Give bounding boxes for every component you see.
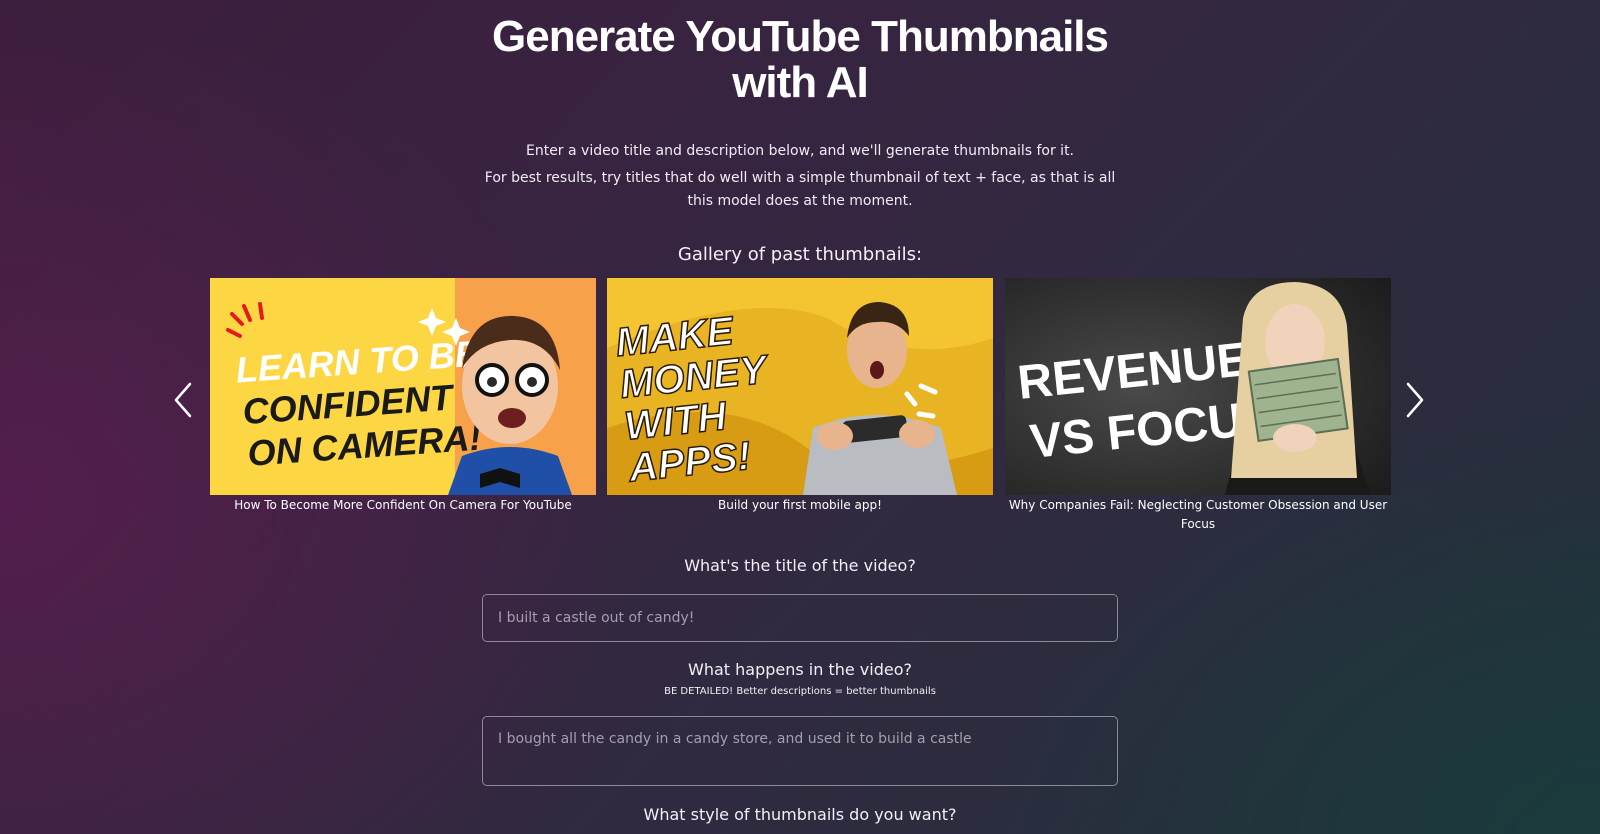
thumbnail-image: REVENUE VS FOCUS bbox=[1005, 278, 1391, 495]
intro-line-1: Enter a video title and description belo… bbox=[525, 143, 1075, 159]
thumbnail-caption: Build your first mobile app! bbox=[718, 498, 882, 512]
carousel-next-button[interactable] bbox=[1398, 380, 1430, 420]
thumbnail-image: MAKE MONEY WITH APPS! bbox=[607, 278, 993, 495]
gallery-item[interactable]: REVENUE VS FOCUS Why Companies Fail: Neg… bbox=[1005, 278, 1391, 534]
intro-line-2: For best results, try titles that do wel… bbox=[484, 170, 1116, 209]
thumbnail-caption: Why Companies Fail: Neglecting Customer … bbox=[1008, 498, 1388, 531]
page-title: Generate YouTube Thumbnails with AI bbox=[400, 14, 1200, 106]
page-title-line-1: Generate YouTube Thumbnails bbox=[492, 12, 1109, 61]
gallery-item[interactable]: LEARN TO BE CONFIDENT ON CAMERA! How To … bbox=[210, 278, 596, 515]
gallery-item[interactable]: MAKE MONEY WITH APPS! Build your first m… bbox=[607, 278, 993, 515]
intro-text: Enter a video title and description belo… bbox=[470, 140, 1130, 213]
video-description-label: What happens in the video? bbox=[688, 660, 912, 679]
carousel-prev-button[interactable] bbox=[168, 380, 200, 420]
video-description-input[interactable] bbox=[482, 716, 1118, 786]
chevron-left-icon bbox=[174, 382, 192, 418]
thumbnail-caption: How To Become More Confident On Camera F… bbox=[234, 498, 572, 512]
thumbnail-style-label: What style of thumbnails do you want? bbox=[643, 805, 957, 824]
video-title-label: What's the title of the video? bbox=[684, 556, 916, 575]
gallery-heading: Gallery of past thumbnails: bbox=[677, 244, 923, 265]
video-title-input[interactable] bbox=[482, 594, 1118, 642]
video-description-hint: BE DETAILED! Better descriptions = bette… bbox=[664, 686, 936, 697]
page: Generate YouTube Thumbnails with AI Ente… bbox=[0, 0, 1600, 834]
page-title-line-2: with AI bbox=[732, 58, 869, 107]
chevron-right-icon bbox=[1406, 382, 1424, 418]
thumbnail-image: LEARN TO BE CONFIDENT ON CAMERA! bbox=[210, 278, 596, 495]
